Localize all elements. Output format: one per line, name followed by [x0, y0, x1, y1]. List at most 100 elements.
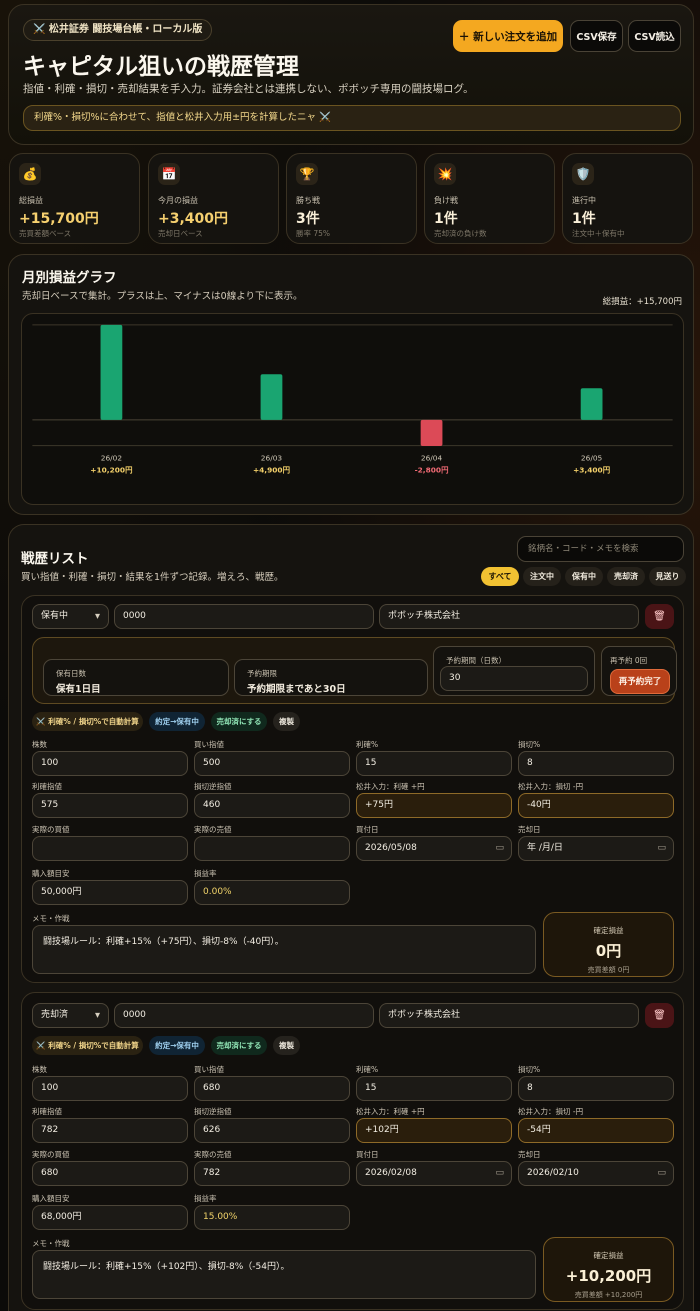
search-input[interactable]	[517, 536, 684, 562]
buy-limit-input[interactable]: 500	[194, 751, 350, 776]
calendar-icon[interactable]: ▭	[495, 837, 504, 860]
confirmed-pnl-box: 確定損益 0円 売買差額 0円	[543, 912, 674, 977]
holding-days-value: 保有1日目	[56, 684, 101, 695]
label-buy-date: 買付日	[356, 1150, 379, 1159]
label-purchase: 購入額目安	[32, 1194, 70, 1203]
matsui-profit-field[interactable]: +75円	[356, 793, 512, 818]
status-select[interactable]: 保有中	[32, 604, 109, 629]
stat-label: 進行中	[572, 196, 596, 205]
chart-value-label: +4,900円	[253, 465, 290, 474]
label-matsui-profit: 松井入力：利確 +円	[356, 782, 425, 791]
reorder-count: 再予約 0回	[610, 656, 648, 665]
filter-skipped[interactable]: 見送り	[649, 567, 686, 586]
chart-subtitle: 売却日ベースで集計。プラスは上、マイナスは0線より下に表示。	[22, 291, 303, 302]
add-order-button[interactable]: ＋ 新しい注文を追加	[453, 20, 563, 52]
name-input[interactable]: ポボッチ株式会社	[379, 604, 639, 629]
explosion-icon: 💥	[434, 163, 456, 185]
profit-pct-input[interactable]: 15	[356, 751, 512, 776]
profit-pct-input[interactable]: 15	[356, 1076, 512, 1101]
auto-calc-button[interactable]: ⚔️ 利確% / 損切%で自動計算	[32, 712, 143, 731]
label-buy-date: 買付日	[356, 825, 379, 834]
label-sell-date: 売却日	[518, 825, 541, 834]
csv-save-button[interactable]: CSV保存	[570, 20, 623, 52]
memo-textarea[interactable]: 闘技場ルール：利確+15%（+102円）、損切-8%（-54円）。	[32, 1250, 536, 1299]
loss-price-input[interactable]: 626	[194, 1118, 350, 1143]
matsui-profit-field[interactable]: +102円	[356, 1118, 512, 1143]
label-profit-pct: 利確%	[356, 1065, 379, 1074]
actual-sell-input[interactable]	[194, 836, 350, 861]
shares-input[interactable]: 100	[32, 1076, 188, 1101]
sell-date-input[interactable]: 年 /月/日 ▭	[518, 836, 674, 861]
filter-all[interactable]: すべて	[481, 567, 519, 586]
code-input[interactable]: 0000	[114, 604, 374, 629]
name-input[interactable]: ポボッチ株式会社	[379, 1003, 639, 1028]
loss-price-input[interactable]: 460	[194, 793, 350, 818]
actual-buy-input[interactable]: 680	[32, 1161, 188, 1186]
duplicate-button[interactable]: 複製	[273, 1036, 300, 1055]
buy-date-input[interactable]: 2026/05/08 ▭	[356, 836, 512, 861]
auto-calc-button[interactable]: ⚔️ 利確% / 損切%で自動計算	[32, 1036, 143, 1055]
stat-sub: 売却済の負け数	[434, 229, 487, 238]
mark-sold-button[interactable]: 売却済にする	[211, 1036, 267, 1055]
confirmed-pnl-box: 確定損益 +10,200円 売買差額 +10,200円	[543, 1237, 674, 1302]
filter-sold[interactable]: 売却済	[607, 567, 645, 586]
profit-price-input[interactable]: 782	[32, 1118, 188, 1143]
label-actual-sell: 実際の売値	[194, 1150, 232, 1159]
trade-card: 保有中 0000 ポボッチ株式会社 🗑 保有日数 保有1日目 予約期限 予約期限…	[21, 595, 684, 983]
buy-limit-input[interactable]: 680	[194, 1076, 350, 1101]
calendar-icon: 📅	[158, 163, 180, 185]
matsui-loss-field[interactable]: -54円	[518, 1118, 674, 1143]
reservation-deadline: 予約期限 予約期限まであと30日	[234, 659, 428, 696]
label-loss-price: 損切逆指値	[194, 1107, 232, 1116]
label-actual-buy: 実際の買値	[32, 825, 70, 834]
profit-price-input[interactable]: 575	[32, 793, 188, 818]
money-bag-icon: 💰	[19, 163, 41, 185]
memo-textarea[interactable]: 闘技場ルール：利確+15%（+75円）、損切-8%（-40円）。	[32, 925, 536, 974]
shares-input[interactable]: 100	[32, 751, 188, 776]
stat-label: 総損益	[19, 196, 43, 205]
actual-buy-input[interactable]	[32, 836, 188, 861]
loss-pct-input[interactable]: 8	[518, 751, 674, 776]
monthly-chart-panel: 月別損益グラフ 売却日ベースで集計。プラスは上、マイナスは0線より下に表示。 総…	[8, 254, 694, 515]
header-panel: ⚔️ 松井証券 闘技場台帳・ローカル版 キャピタル狙いの戦歴管理 指値・利確・損…	[8, 4, 694, 145]
filter-ordered[interactable]: 注文中	[523, 567, 561, 586]
period-input[interactable]: 30	[440, 666, 588, 691]
label-memo: メモ・作戦	[32, 1239, 70, 1248]
calendar-icon[interactable]: ▭	[495, 1162, 504, 1185]
label-profit-price: 利確指値	[32, 1107, 62, 1116]
matsui-loss-field[interactable]: -40円	[518, 793, 674, 818]
stat-value: +3,400円	[158, 211, 229, 227]
trash-icon[interactable]: 🗑	[645, 1003, 674, 1028]
csv-import-button[interactable]: CSV読込	[628, 20, 681, 52]
actual-sell-input[interactable]: 782	[194, 1161, 350, 1186]
sell-date-input[interactable]: 2026/02/10 ▭	[518, 1161, 674, 1186]
status-select[interactable]: 売却済	[32, 1003, 109, 1028]
deadline-value: 予約期限まであと30日	[247, 684, 346, 695]
filled-to-holding-button[interactable]: 約定→保有中	[149, 1036, 205, 1055]
code-input[interactable]: 0000	[114, 1003, 374, 1028]
label-loss-price: 損切逆指値	[194, 782, 232, 791]
stat-sub: 売却日ベース	[158, 229, 203, 238]
calendar-icon[interactable]: ▭	[657, 837, 666, 860]
calendar-icon[interactable]: ▭	[657, 1162, 666, 1185]
confirmed-pnl-value: 0円	[595, 942, 622, 960]
confirmed-pnl-sub: 売買差額 +10,200円	[574, 1291, 643, 1299]
trash-icon[interactable]: 🗑	[645, 604, 674, 629]
shield-icon: 🛡️	[572, 163, 594, 185]
stat-value: 1件	[434, 211, 458, 227]
filled-to-holding-button[interactable]: 約定→保有中	[149, 712, 205, 731]
purchase-amount-field: 68,000円	[32, 1205, 188, 1230]
duplicate-button[interactable]: 複製	[273, 712, 300, 731]
buy-date-value: 2026/02/08	[365, 1168, 417, 1178]
chart-bar	[100, 324, 123, 420]
mark-sold-button[interactable]: 売却済にする	[211, 712, 267, 731]
reorder-complete-button[interactable]: 再予約完了	[610, 669, 670, 694]
filter-holding[interactable]: 保有中	[565, 567, 603, 586]
buy-date-input[interactable]: 2026/02/08 ▭	[356, 1161, 512, 1186]
label-shares: 株数	[32, 740, 47, 749]
confirmed-pnl-value: +10,200円	[565, 1267, 652, 1285]
holding-info-box: 保有日数 保有1日目 予約期限 予約期限まであと30日 予約期間（日数） 30 …	[32, 637, 677, 704]
trade-card: 売却済 0000 ポボッチ株式会社 🗑 ⚔️ 利確% / 損切%で自動計算 約定…	[21, 992, 684, 1310]
loss-pct-input[interactable]: 8	[518, 1076, 674, 1101]
chart-title: 月別損益グラフ	[22, 270, 117, 286]
